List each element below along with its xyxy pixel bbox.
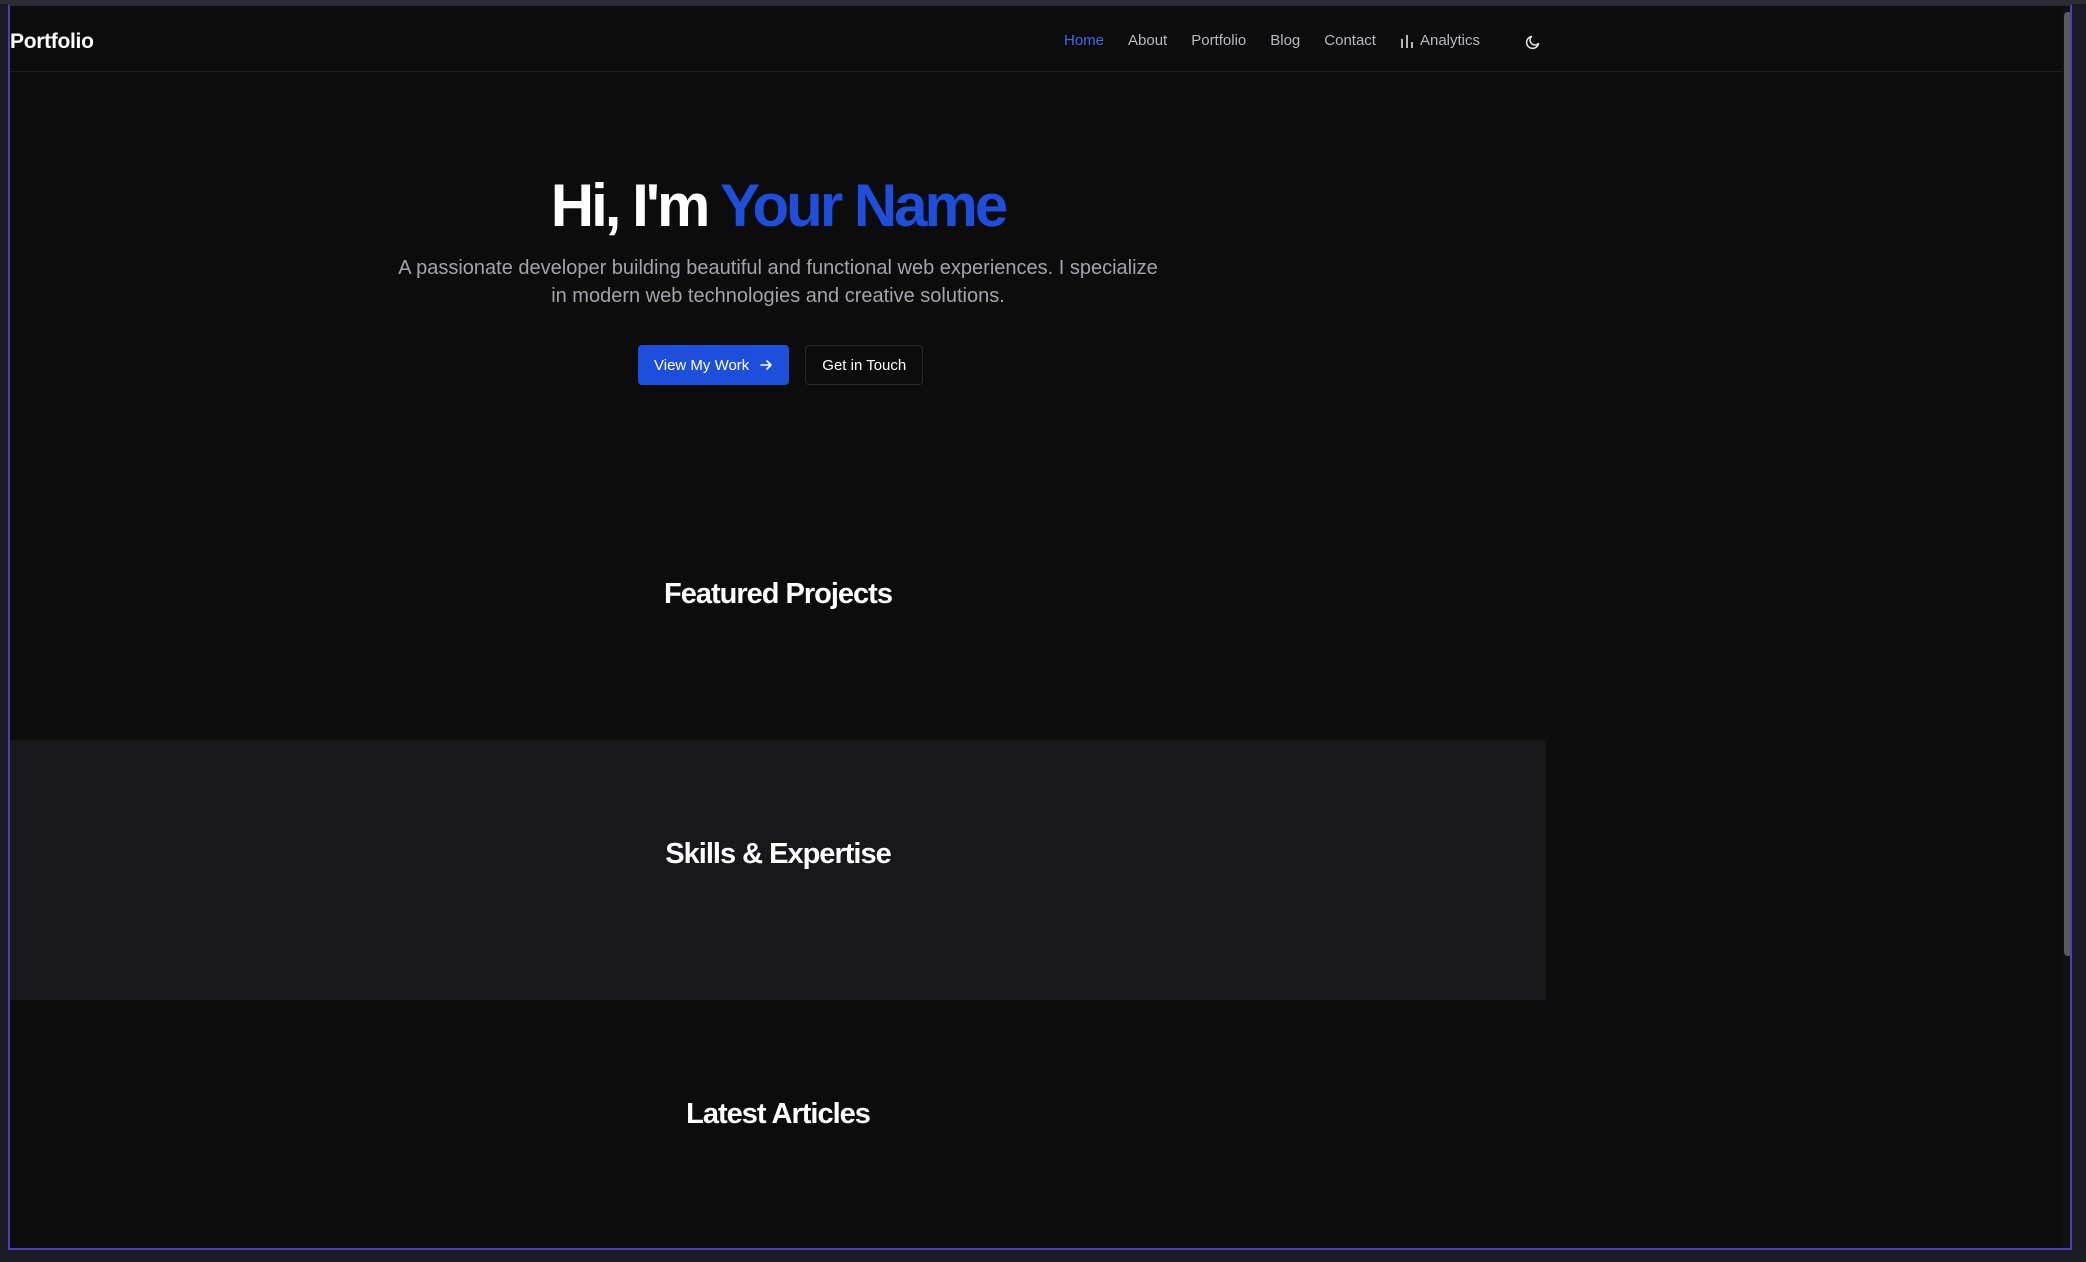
brand-logo[interactable]: Portfolio: [10, 30, 94, 54]
skills-heading: Skills & Expertise: [665, 838, 891, 870]
hero-title: Hi, I'm Your Name: [10, 171, 1546, 240]
get-in-touch-button[interactable]: Get in Touch: [805, 345, 924, 385]
hero-title-prefix: Hi, I'm: [550, 172, 720, 239]
theme-toggle-button[interactable]: [1518, 27, 1548, 57]
view-my-work-label: View My Work: [654, 356, 750, 374]
hero-subtitle: A passionate developer building beautifu…: [398, 257, 1158, 307]
skills-section: Skills & Expertise: [10, 740, 1546, 1000]
featured-projects-heading: Featured Projects: [664, 578, 893, 610]
latest-articles-heading: Latest Articles: [686, 1098, 871, 1130]
nav-link-analytics[interactable]: Analytics: [1400, 32, 1480, 49]
nav-link-analytics-label: Analytics: [1419, 32, 1481, 49]
bar-chart-icon: [1400, 34, 1413, 48]
browser-window: Portfolio Home About Portfolio Blog Cont…: [8, 4, 2072, 1250]
nav-link-contact[interactable]: Contact: [1324, 32, 1376, 49]
hero-buttons: View My Work Get in Touch: [638, 345, 924, 385]
view-my-work-button[interactable]: View My Work: [638, 345, 790, 385]
moon-icon: [1525, 35, 1540, 50]
nav-link-about[interactable]: About: [1128, 32, 1167, 49]
navbar: Portfolio Home About Portfolio Blog Cont…: [10, 6, 2062, 72]
nav-link-blog[interactable]: Blog: [1270, 32, 1300, 49]
scrollbar[interactable]: [2062, 6, 2070, 1248]
hero-title-name: Your Name: [719, 172, 1008, 239]
nav-link-home[interactable]: Home: [1064, 32, 1104, 49]
arrow-right-icon: [760, 360, 773, 370]
scrollbar-thumb[interactable]: [2064, 12, 2070, 956]
bottom-strip: [0, 1250, 2086, 1262]
nav-links: Home About Portfolio Blog Contact Analyt…: [1064, 32, 1504, 49]
nav-link-portfolio[interactable]: Portfolio: [1191, 32, 1246, 49]
